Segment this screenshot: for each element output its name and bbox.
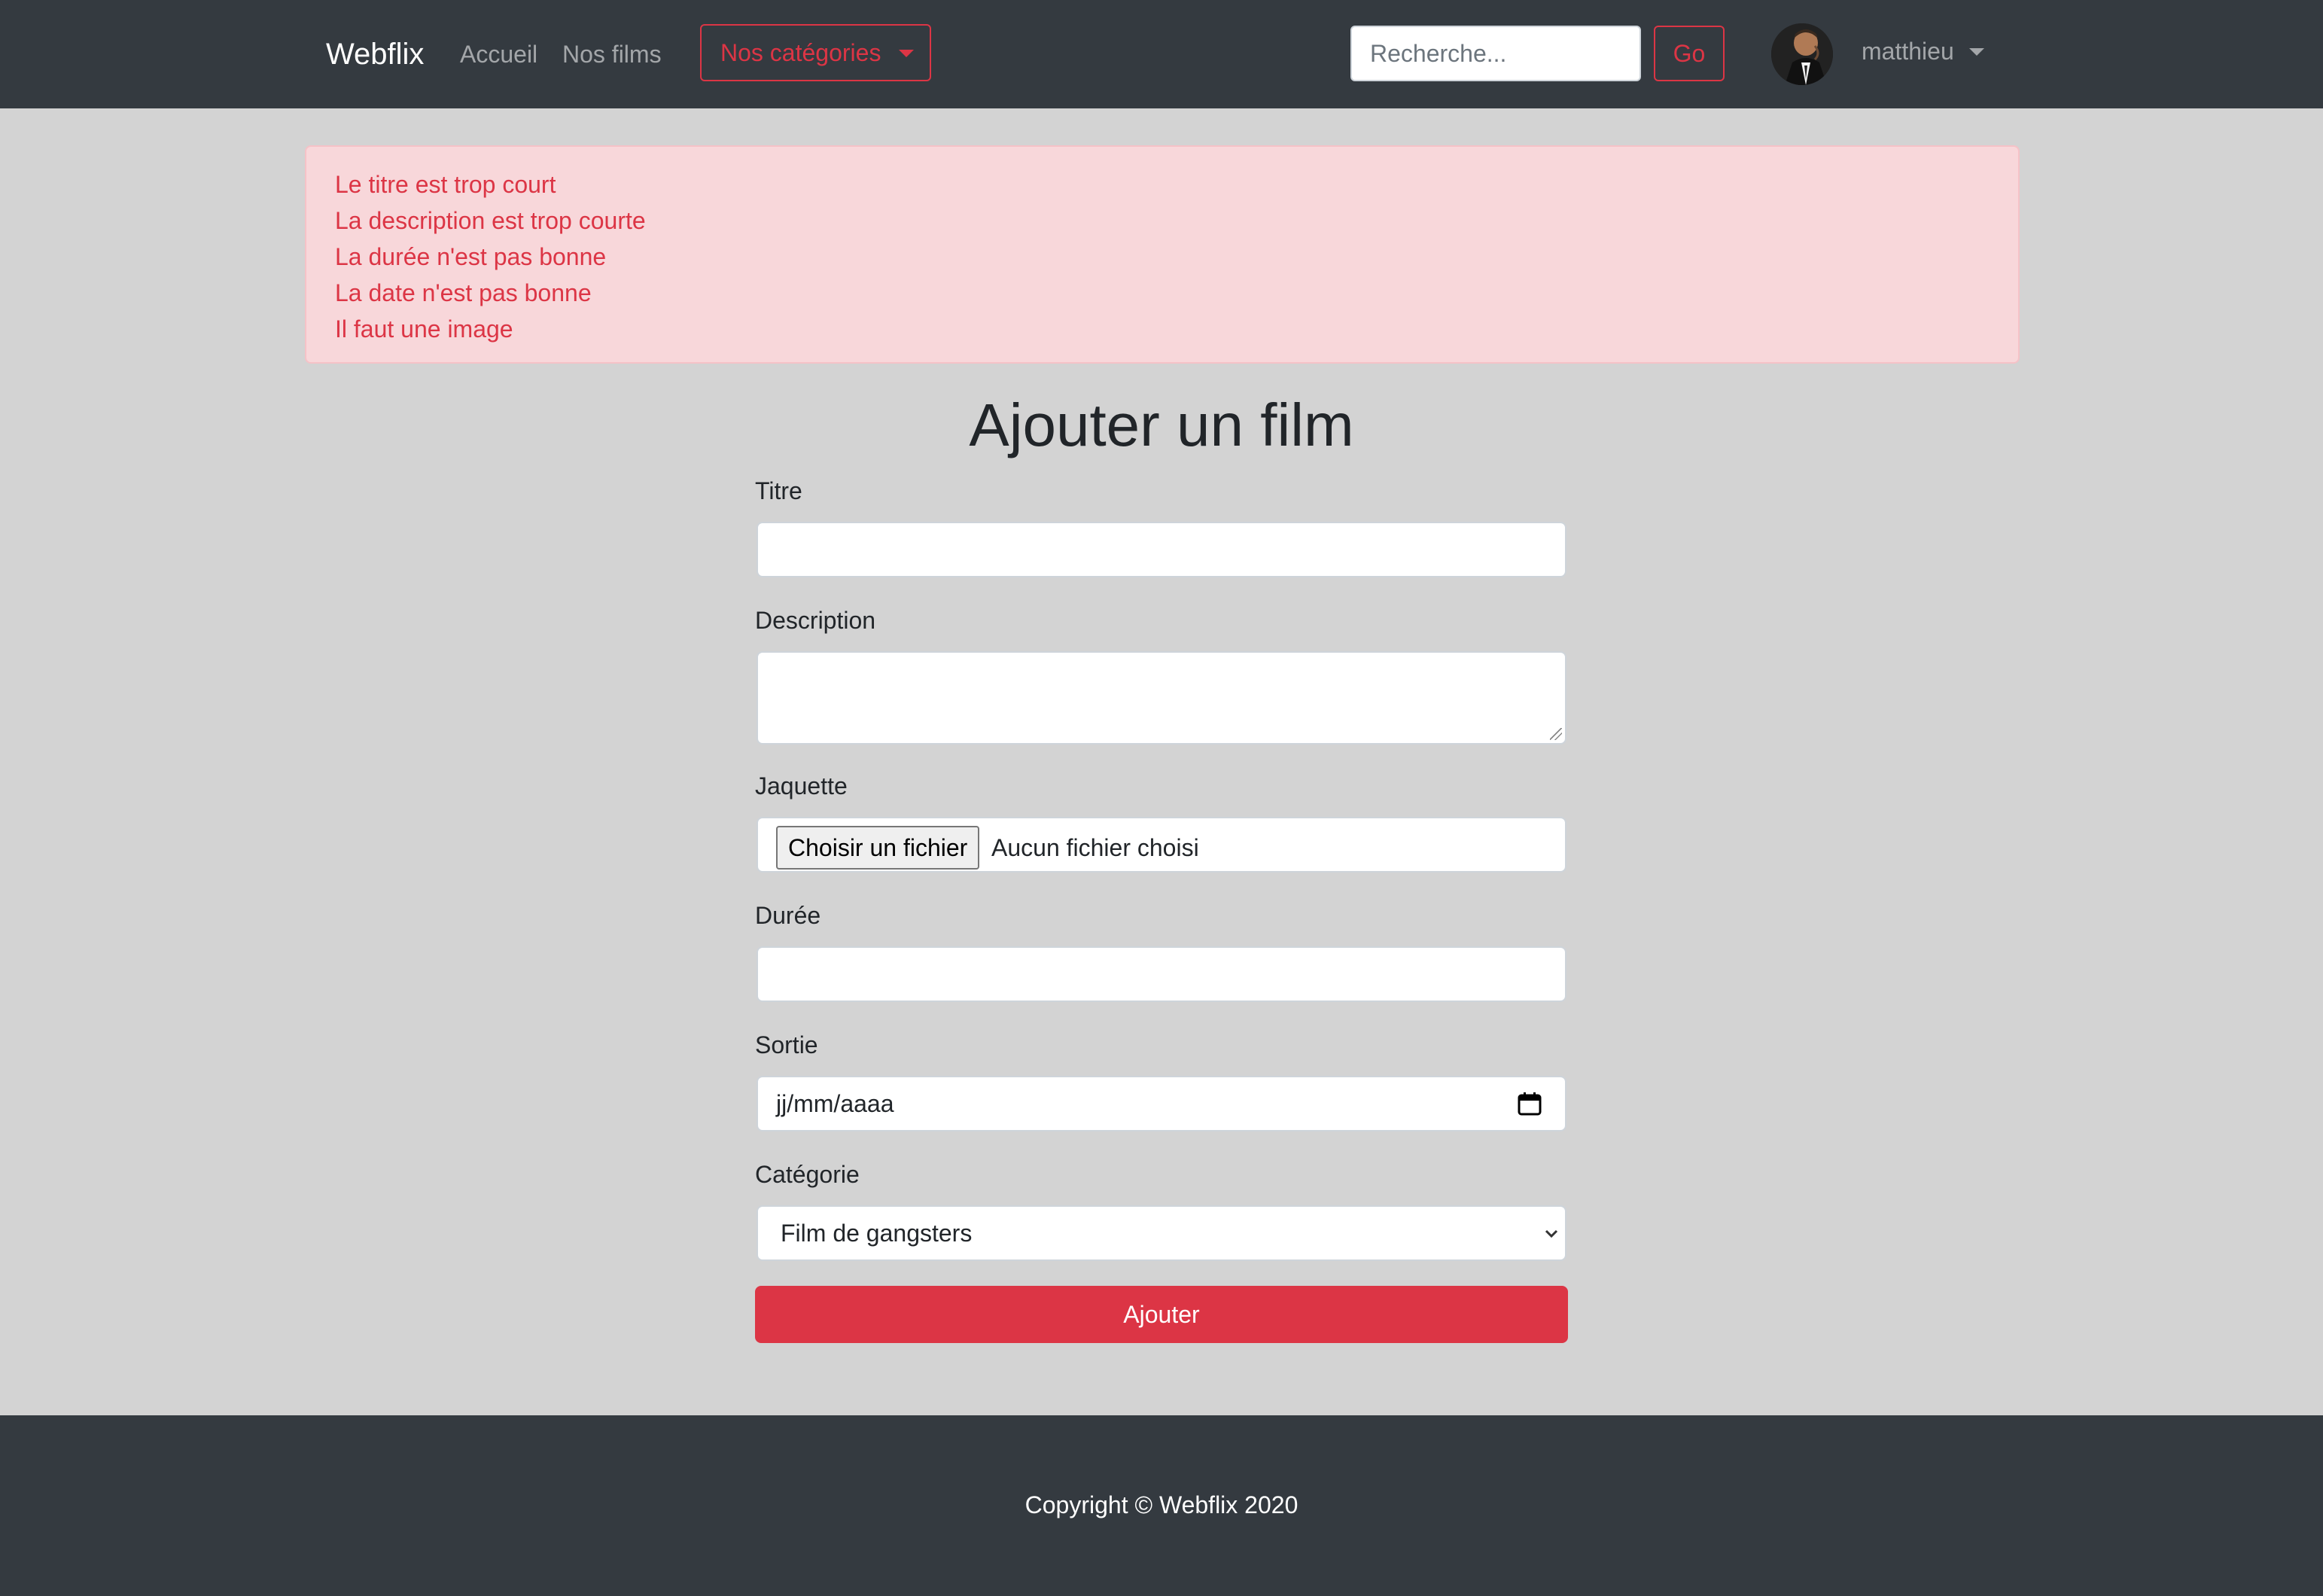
nav-link-accueil[interactable]: Accueil [460, 36, 537, 72]
description-textarea[interactable] [757, 651, 1566, 745]
calendar-icon[interactable] [1517, 1091, 1542, 1116]
categories-dropdown-button[interactable]: Nos catégories [700, 24, 931, 81]
caret-down-icon [899, 50, 914, 57]
page-title: Ajouter un film [969, 391, 1354, 458]
categorie-label: Catégorie [755, 1161, 860, 1188]
chevron-down-icon [1545, 1229, 1558, 1238]
copyright-text: Copyright © Webflix 2020 [1024, 1491, 1299, 1518]
description-label: Description [755, 607, 876, 634]
navbar: Webflix Accueil Nos films Nos catégories… [0, 0, 2323, 108]
error-message: Le titre est trop court [335, 171, 556, 198]
user-dropdown[interactable]: matthieu [1862, 33, 1984, 69]
sortie-label: Sortie [755, 1031, 818, 1058]
duree-label: Durée [755, 902, 821, 929]
resize-grip-icon[interactable] [1550, 728, 1562, 740]
caret-down-icon [1968, 48, 1984, 56]
duree-input[interactable] [757, 946, 1566, 1002]
titre-label: Titre [755, 477, 802, 504]
jaquette-file-input[interactable]: Choisir un fichier Aucun fichier choisi [757, 817, 1566, 873]
avatar[interactable] [1771, 23, 1833, 85]
ajouter-submit-button[interactable]: Ajouter [755, 1286, 1568, 1343]
error-message: La description est trop courte [335, 207, 646, 234]
file-status-text: Aucun fichier choisi [991, 834, 1199, 861]
error-alert: Le titre est trop court La description e… [305, 145, 2020, 364]
error-message: La durée n'est pas bonne [335, 243, 607, 270]
categorie-select[interactable]: Film de gangsters [757, 1205, 1566, 1261]
footer: Copyright © Webflix 2020 [0, 1415, 2323, 1596]
jaquette-label: Jaquette [755, 772, 848, 800]
error-message: Il faut une image [335, 315, 513, 343]
date-placeholder: jj/mm/aaaa [776, 1090, 894, 1117]
avatar-image [1771, 23, 1833, 85]
titre-input[interactable] [757, 522, 1566, 577]
categorie-selected-value: Film de gangsters [781, 1220, 973, 1247]
error-message: La date n'est pas bonne [335, 279, 592, 306]
choose-file-button[interactable]: Choisir un fichier [776, 826, 980, 870]
sortie-date-input[interactable]: jj/mm/aaaa [757, 1076, 1566, 1132]
username-label: matthieu [1862, 38, 1954, 65]
search-go-button[interactable]: Go [1654, 26, 1725, 81]
categories-dropdown-label: Nos catégories [720, 39, 881, 66]
search-input[interactable] [1350, 26, 1641, 81]
brand-logo[interactable]: Webflix [326, 33, 424, 75]
nav-link-nos-films[interactable]: Nos films [562, 36, 662, 72]
